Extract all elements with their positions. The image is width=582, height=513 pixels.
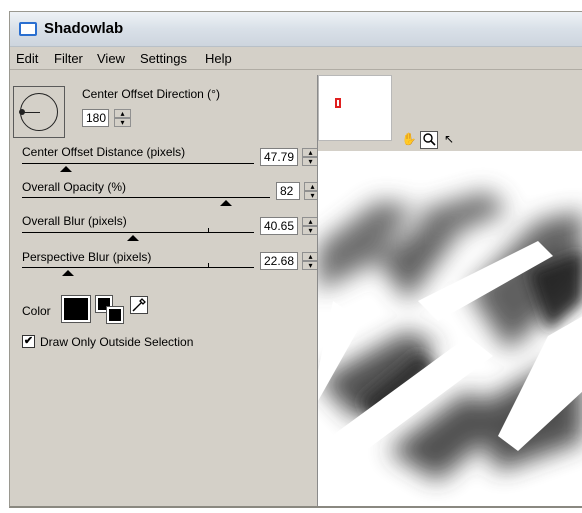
menu-filter[interactable]: Filter: [54, 51, 83, 66]
zoom-tool-icon[interactable]: [420, 131, 438, 149]
direction-label: Center Offset Direction (°): [82, 87, 220, 101]
offset-distance-label: Center Offset Distance (pixels): [22, 145, 186, 159]
blur-track-tick: [208, 228, 209, 232]
menu-view[interactable]: View: [97, 51, 125, 66]
offset-distance-input[interactable]: 47.79: [260, 148, 298, 166]
color-swap-front-square: [106, 306, 124, 324]
direction-spinner: 180 ▴ ▾: [82, 109, 135, 127]
pointer-tool-icon[interactable]: ↖: [440, 131, 458, 149]
menu-settings[interactable]: Settings: [140, 51, 187, 66]
direction-up-button[interactable]: ▴: [114, 109, 131, 118]
blur-label: Overall Blur (pixels): [22, 214, 127, 228]
perspective-blur-spinner: 22.68 ▴ ▾: [260, 252, 320, 270]
perspective-blur-label: Perspective Blur (pixels): [22, 250, 152, 264]
draw-outside-selection-label: Draw Only Outside Selection: [40, 335, 194, 349]
opacity-input[interactable]: 82: [276, 182, 300, 200]
hand-tool-icon[interactable]: ✋: [400, 131, 418, 149]
color-label: Color: [22, 304, 51, 318]
eyedropper-icon[interactable]: [130, 296, 148, 314]
blur-spinner: 40.65 ▴ ▾: [260, 217, 320, 235]
direction-down-button[interactable]: ▾: [114, 118, 131, 127]
title-bar[interactable]: Shadowlab: [10, 12, 582, 47]
opacity-spinner: 82 ▴ ▾: [276, 182, 322, 200]
offset-distance-spinner: 47.79 ▴ ▾: [260, 148, 320, 166]
color-swap-icon[interactable]: [95, 295, 124, 324]
perspective-blur-thumb[interactable]: [62, 270, 74, 276]
blur-thumb[interactable]: [127, 235, 139, 241]
menu-help[interactable]: Help: [205, 51, 232, 66]
navigator-thumbnail[interactable]: [318, 75, 392, 141]
offset-distance-thumb[interactable]: [60, 166, 72, 172]
blur-input[interactable]: 40.65: [260, 217, 298, 235]
direction-dial[interactable]: [13, 86, 65, 138]
direction-input[interactable]: 180: [82, 109, 109, 127]
app-icon: [19, 22, 37, 36]
window-title: Shadowlab: [44, 20, 124, 37]
opacity-thumb[interactable]: [220, 200, 232, 206]
perspective-blur-track[interactable]: [22, 263, 254, 268]
direction-dial-handle[interactable]: [19, 109, 25, 115]
draw-outside-selection-checkbox[interactable]: ✔: [22, 335, 35, 348]
preview-pane: ✋ ↖: [317, 75, 582, 506]
preview-image: [318, 191, 582, 481]
menu-bar: Edit Filter View Settings Help: [10, 47, 582, 70]
perspective-blur-input[interactable]: 22.68: [260, 252, 298, 270]
navigator-viewport-rect[interactable]: [335, 98, 341, 108]
blur-track[interactable]: [22, 228, 254, 233]
offset-distance-track[interactable]: [22, 163, 254, 164]
opacity-track[interactable]: [22, 197, 270, 198]
shadow-color-swatch[interactable]: [61, 295, 91, 323]
opacity-label: Overall Opacity (%): [22, 180, 127, 194]
menu-edit[interactable]: Edit: [16, 51, 38, 66]
settings-panel: Center Offset Direction (°) 180 ▴ ▾ Cent…: [10, 70, 326, 507]
preview-canvas[interactable]: [318, 151, 582, 506]
perspective-blur-track-tick: [208, 263, 209, 267]
